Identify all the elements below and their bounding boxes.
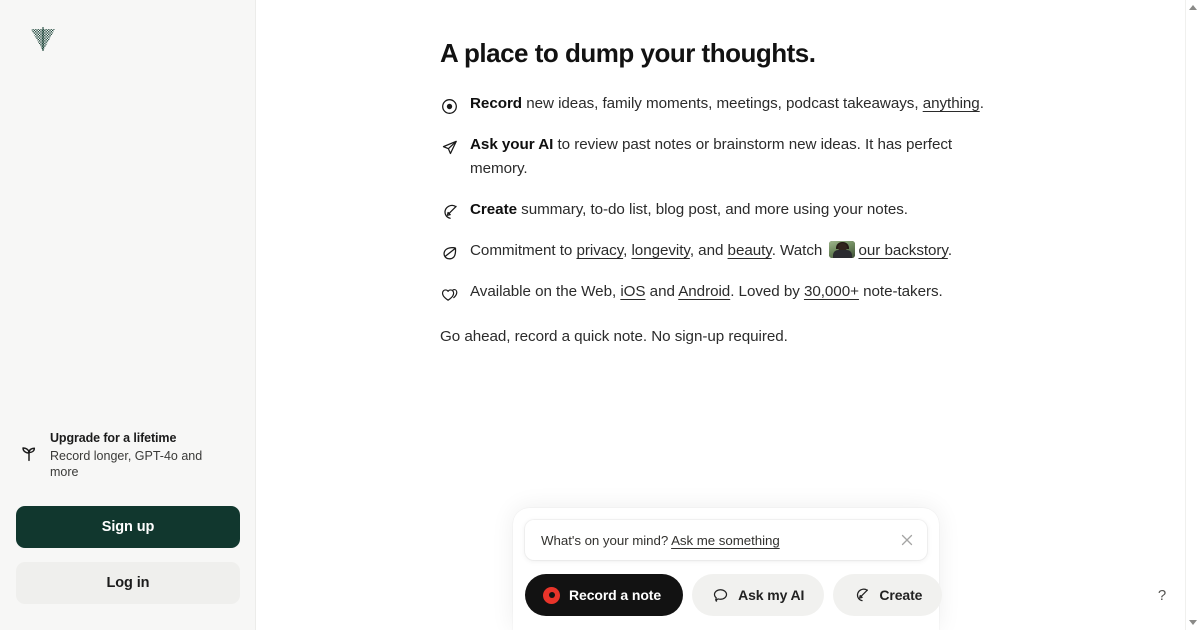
create-button[interactable]: Create	[833, 574, 943, 616]
feature-text-ask: Ask your AI to review past notes or brai…	[470, 133, 990, 181]
commitment-watch-text: . Watch	[771, 242, 827, 259]
user-count-link[interactable]: 30,000+	[804, 283, 859, 300]
commitment-prefix: Commitment to	[470, 242, 577, 259]
page-title: A place to dump your thoughts.	[440, 38, 816, 68]
record-circle-icon	[442, 99, 457, 114]
ask-me-something-link[interactable]: Ask me something	[671, 533, 780, 548]
feature-item-record: Record new ideas, family moments, meetin…	[440, 92, 1016, 116]
magic-wand-icon	[444, 204, 457, 219]
log-in-button[interactable]: Log in	[16, 562, 240, 604]
feature-lead-create: Create	[470, 201, 517, 218]
upgrade-promo[interactable]: Upgrade for a lifetime Record longer, GP…	[0, 428, 255, 480]
feature-item-create: Create summary, to-do list, blog post, a…	[440, 198, 1016, 222]
sprout-icon	[22, 447, 36, 462]
send-arrow-icon	[442, 140, 457, 155]
feature-text-availability: Available on the Web, iOS and Android. L…	[470, 280, 943, 304]
feature-text-commitment: Commitment to privacy, longevity, and be…	[470, 239, 952, 263]
main-content: A place to dump your thoughts. Record ne…	[256, 0, 1200, 630]
feature-item-availability: Available on the Web, iOS and Android. L…	[440, 280, 1016, 304]
record-dot-icon	[543, 586, 560, 604]
ask-my-ai-button[interactable]: Ask my AI	[692, 574, 825, 616]
availability-suffix: note-takers.	[858, 283, 943, 300]
prompt-bar[interactable]: What's on your mind? Ask me something	[525, 520, 927, 560]
feature-text-create: Create summary, to-do list, blog post, a…	[470, 198, 908, 222]
feature-list: Record new ideas, family moments, meetin…	[440, 92, 1016, 304]
speech-bubble-icon	[713, 588, 728, 602]
action-button-row: Record a note Ask my AI Create	[525, 574, 943, 616]
create-label: Create	[879, 587, 923, 603]
scroll-down-arrow-icon[interactable]	[1189, 620, 1197, 625]
scroll-up-arrow-icon[interactable]	[1189, 5, 1197, 10]
commitment-sep2: , and	[689, 242, 728, 259]
availability-loved-prefix: . Loved by	[730, 283, 804, 300]
record-a-note-label: Record a note	[569, 587, 662, 603]
content-column: A place to dump your thoughts. Record ne…	[256, 0, 1016, 349]
composer-card: What's on your mind? Ask me something Re…	[513, 508, 943, 630]
close-x-icon[interactable]	[899, 532, 915, 548]
double-heart-icon	[441, 288, 458, 301]
our-backstory-link[interactable]: our backstory	[858, 242, 947, 259]
prompt-text: What's on your mind? Ask me something	[541, 533, 899, 548]
help-button[interactable]: ?	[1152, 586, 1172, 606]
closing-text: Go ahead, record a quick note. No sign-u…	[440, 328, 788, 345]
feature-rest-create: summary, to-do list, blog post, and more…	[516, 201, 908, 218]
feature-text-record: Record new ideas, family moments, meetin…	[470, 92, 984, 116]
logo-container[interactable]	[0, 0, 255, 56]
leaf-icon	[443, 247, 457, 260]
record-a-note-button[interactable]: Record a note	[525, 574, 684, 616]
anything-link[interactable]: anything	[923, 95, 980, 112]
privacy-link[interactable]: privacy	[576, 242, 623, 259]
beauty-link[interactable]: beauty	[728, 242, 772, 259]
upgrade-text-block: Upgrade for a lifetime Record longer, GP…	[50, 428, 210, 480]
upgrade-subtitle: Record longer, GPT-4o and more	[50, 449, 203, 479]
feather-leaf-logo-icon[interactable]	[26, 22, 60, 56]
feature-lead-record: Record	[470, 95, 523, 112]
sidebar: Upgrade for a lifetime Record longer, GP…	[0, 0, 256, 630]
longevity-link[interactable]: longevity	[631, 242, 689, 259]
sign-up-button[interactable]: Sign up	[16, 506, 240, 548]
feature-lead-ask: Ask your AI	[470, 136, 554, 153]
upgrade-title: Upgrade for a lifetime	[50, 431, 177, 445]
magic-wand-icon	[857, 588, 869, 601]
feature-item-ask: Ask your AI to review past notes or brai…	[440, 133, 1016, 181]
availability-prefix: Available on the Web,	[470, 283, 621, 300]
vertical-scrollbar[interactable]	[1185, 0, 1200, 630]
feature-item-commitment: Commitment to privacy, longevity, and be…	[440, 239, 1016, 263]
ios-link[interactable]: iOS	[620, 283, 645, 300]
feature-tail-record: .	[979, 95, 984, 112]
app-root: Upgrade for a lifetime Record longer, GP…	[0, 0, 1200, 630]
commitment-suffix: .	[947, 242, 953, 259]
feature-rest-record: new ideas, family moments, meetings, pod…	[522, 95, 923, 112]
ask-my-ai-label: Ask my AI	[738, 587, 805, 603]
availability-sep: and	[645, 283, 679, 300]
android-link[interactable]: Android	[678, 283, 730, 300]
backstory-video-thumbnail[interactable]	[829, 241, 856, 258]
prompt-prefix: What's on your mind?	[541, 532, 672, 548]
thumbnail-body	[833, 250, 853, 258]
